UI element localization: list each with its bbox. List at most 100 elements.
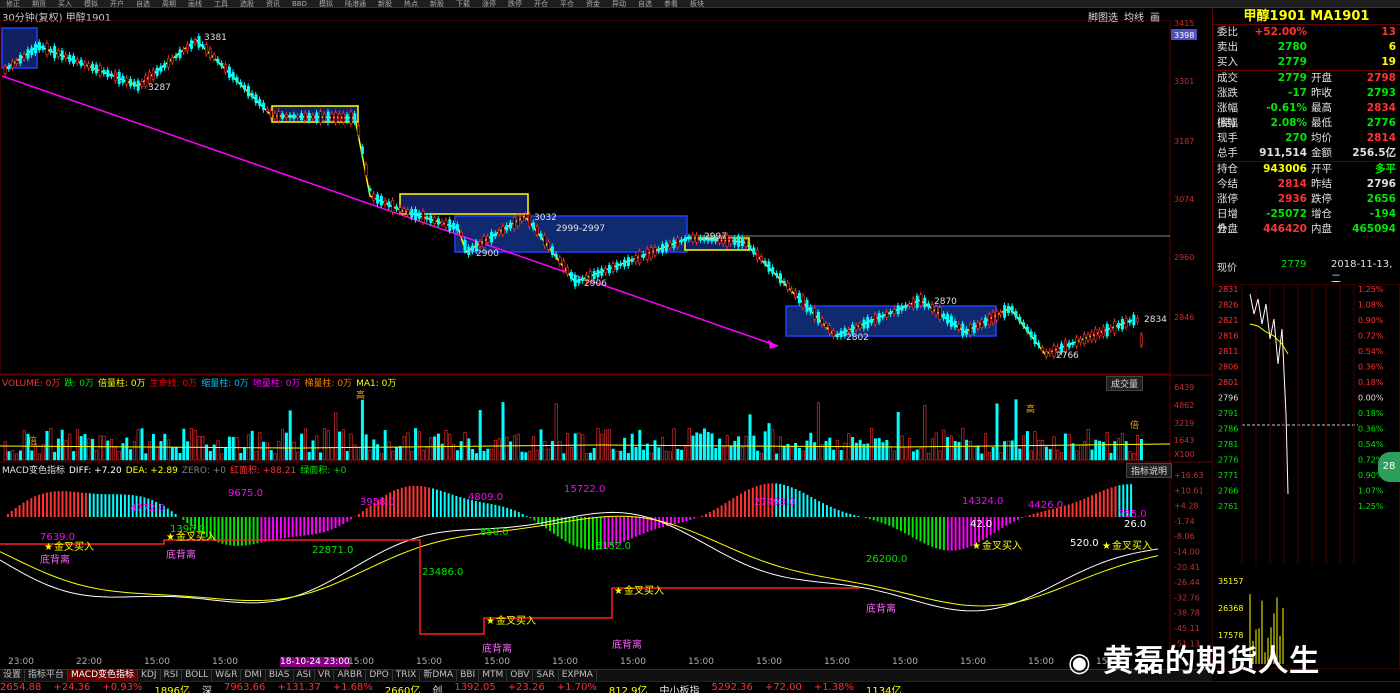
menu-item[interactable]: 自选	[130, 0, 156, 7]
candle-body	[1105, 323, 1109, 337]
menu-item[interactable]: 参看	[658, 0, 684, 7]
candle-body	[1018, 316, 1022, 322]
indicator-tab[interactable]: EXPMA	[559, 670, 597, 681]
volume-bar	[778, 436, 782, 461]
volume-bar	[1071, 443, 1075, 461]
menu-item[interactable]: 资讯	[260, 0, 286, 7]
menu-item[interactable]: 跌停	[502, 0, 528, 7]
indicator-tab[interactable]: MACD变色指标	[68, 670, 139, 681]
candle-body	[782, 280, 786, 284]
volume-bar	[281, 429, 285, 461]
indicator-tab[interactable]: BIAS	[266, 670, 294, 681]
candle-body	[11, 61, 15, 69]
menu-item[interactable]: 陆港通	[339, 0, 372, 7]
candle-body	[155, 67, 159, 76]
indicator-tab[interactable]: RSI	[161, 670, 183, 681]
candle-body	[839, 330, 843, 338]
menu-item[interactable]: BBD	[286, 0, 313, 7]
price-annotation: 2802	[846, 333, 869, 343]
volume-bar	[892, 450, 896, 461]
indicator-tab[interactable]: DMI	[241, 670, 266, 681]
candle-body	[159, 65, 163, 72]
menu-item[interactable]: 开户	[104, 0, 130, 7]
volume-bar	[756, 450, 760, 461]
candle-body	[942, 313, 946, 319]
volume-bar	[288, 410, 292, 461]
volume-bar	[919, 447, 923, 461]
candle-body	[148, 71, 152, 84]
candle-body	[151, 69, 155, 80]
menu-item[interactable]: 模拟	[313, 0, 339, 7]
indicator-tab[interactable]: BOLL	[182, 670, 213, 681]
indicator-tab[interactable]: ASI	[294, 670, 316, 681]
menu-item[interactable]: 新股	[372, 0, 398, 7]
candle-body	[37, 41, 41, 51]
volume-bar	[425, 446, 429, 461]
candle-body	[83, 62, 87, 67]
menu-item[interactable]: 模拟	[78, 0, 104, 7]
quote-value: 2.08%	[1270, 117, 1307, 129]
quote-label-2: 昨结	[1311, 178, 1332, 190]
candle-body	[961, 323, 965, 336]
menu-item[interactable]: 画线	[182, 0, 208, 7]
candle-body	[444, 220, 448, 228]
menu-item[interactable]: 修正	[0, 0, 26, 7]
indicator-tab[interactable]: 指标平台	[25, 670, 69, 681]
volume-bar	[949, 435, 953, 461]
candle-body	[828, 325, 832, 334]
menu-item[interactable]: 平仓	[554, 0, 580, 7]
indicator-tab[interactable]: BBI	[457, 670, 480, 681]
menu-item[interactable]: 新股	[424, 0, 450, 7]
menu-item[interactable]: 涨停	[476, 0, 502, 7]
indicator-tab[interactable]: MTM	[479, 670, 508, 681]
quote-label-2: 金额	[1311, 147, 1332, 159]
menu-item[interactable]: 下载	[450, 0, 476, 7]
indicator-tab[interactable]: DPO	[366, 670, 393, 681]
intraday-left-axis: 2826	[1218, 301, 1238, 310]
indicator-tab[interactable]: TRIX	[393, 670, 421, 681]
menu-item[interactable]: 热点	[398, 0, 424, 7]
candle-body	[117, 71, 121, 85]
volume-bar	[771, 429, 775, 461]
golden-cross-signal: 金叉买入	[176, 530, 216, 543]
menu-item[interactable]: 买入	[52, 0, 78, 7]
indicator-tab[interactable]: ARBR	[334, 670, 367, 681]
volume-button[interactable]: 成交量	[1106, 376, 1144, 391]
menu-item[interactable]: 开仓	[528, 0, 554, 7]
candle-body	[642, 253, 646, 258]
ticker-value: 中小板指	[659, 686, 700, 693]
candle-body	[197, 36, 201, 48]
menu-item[interactable]: 工具	[208, 0, 234, 7]
indicator-tab[interactable]: KDJ	[138, 670, 161, 681]
indicator-tab[interactable]: SAR	[533, 670, 559, 681]
indicator-tab[interactable]: 设置	[0, 670, 26, 681]
side-badge[interactable]: 28	[1378, 452, 1400, 482]
intraday-left-axis: 2796	[1218, 394, 1238, 403]
volume-bar	[113, 446, 117, 461]
candle-body	[113, 71, 117, 82]
indicator-tab[interactable]: OBV	[507, 670, 534, 681]
price-annotation: 2870	[934, 297, 957, 307]
volume-bar	[208, 451, 212, 461]
indicator-help-button[interactable]: 指标说明	[1126, 463, 1173, 478]
volume-bar	[220, 453, 224, 461]
indicator-tab[interactable]: 新DMA	[420, 670, 458, 681]
indicator-tab[interactable]: VR	[315, 670, 335, 681]
menu-item[interactable]: 资金	[580, 0, 606, 7]
candle-body	[809, 306, 813, 313]
menu-item[interactable]: 自选	[632, 0, 658, 7]
candle-body	[699, 237, 703, 241]
volume-bar	[467, 438, 471, 461]
menu-item[interactable]: 异动	[606, 0, 632, 7]
intraday-right-axis: 1.08%	[1358, 301, 1384, 310]
menu-item[interactable]: 周期	[156, 0, 182, 7]
macd-axis-label: -26.44	[1174, 578, 1200, 587]
candle-body	[189, 40, 193, 49]
menu-item[interactable]: 选股	[234, 0, 260, 7]
quote-label: 成交	[1217, 72, 1238, 84]
indicator-tab[interactable]: W&R	[212, 670, 242, 681]
menu-item[interactable]: 期货	[26, 0, 52, 7]
candle-body	[676, 237, 680, 248]
now-date: 2018-11-13,二	[1331, 259, 1393, 285]
menu-item[interactable]: 板块	[684, 0, 710, 7]
